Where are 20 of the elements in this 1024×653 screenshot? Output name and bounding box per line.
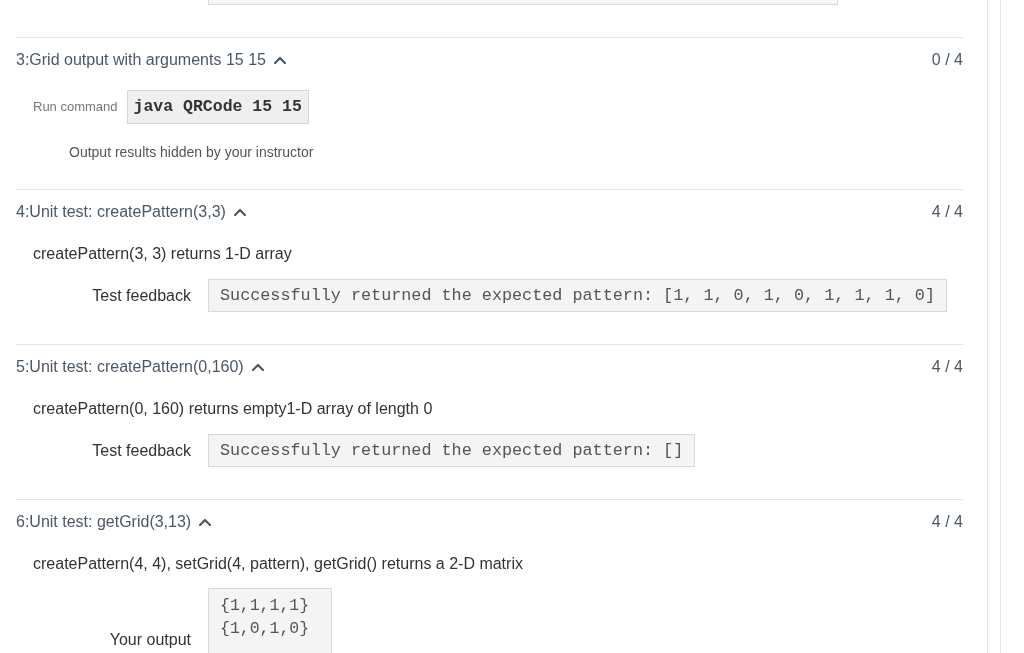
hidden-output-note: Output results hidden by your instructor (68, 143, 315, 162)
test-score: 4 / 4 (931, 357, 963, 377)
test-score: 4 / 4 (931, 512, 963, 532)
feedback-box: Successfully returned the expected pattern: [1, 1, 0, 1, 0, 1, 1, 1, 0] (208, 279, 947, 312)
section-toggle[interactable]: 5:Unit test: createPattern(0,160) (16, 355, 264, 379)
test-description: createPattern(4, 4), setGrid(4, pattern), getGrid() returns a 2-D matrix (32, 554, 524, 574)
command-box: java QRCode 15 15 (126, 90, 309, 124)
test-score: 4 / 4 (931, 202, 963, 222)
feedback-label: Test feedback (91, 285, 191, 306)
output-box: {1,1,1,1} {1,0,1,0} (208, 588, 332, 653)
feedback-label: Test feedback (91, 440, 191, 461)
test-score: 0 / 4 (931, 50, 963, 70)
test-description: createPattern(0, 160) returns empty1-D array of length 0 (32, 399, 434, 419)
section-toggle[interactable]: 6:Unit test: getGrid(3,13) (16, 510, 212, 534)
feedback-box: Successfully returned the expected pattern: [] (208, 434, 696, 467)
section-toggle[interactable]: 4:Unit test: createPattern(3,3) (16, 200, 246, 224)
output-label: Your output (108, 630, 191, 650)
section-toggle[interactable]: 3:Grid output with arguments 15 15 (16, 48, 286, 72)
run-command-label: Run command (33, 98, 118, 117)
test-description: createPattern(3, 3) returns 1-D array (32, 244, 293, 264)
